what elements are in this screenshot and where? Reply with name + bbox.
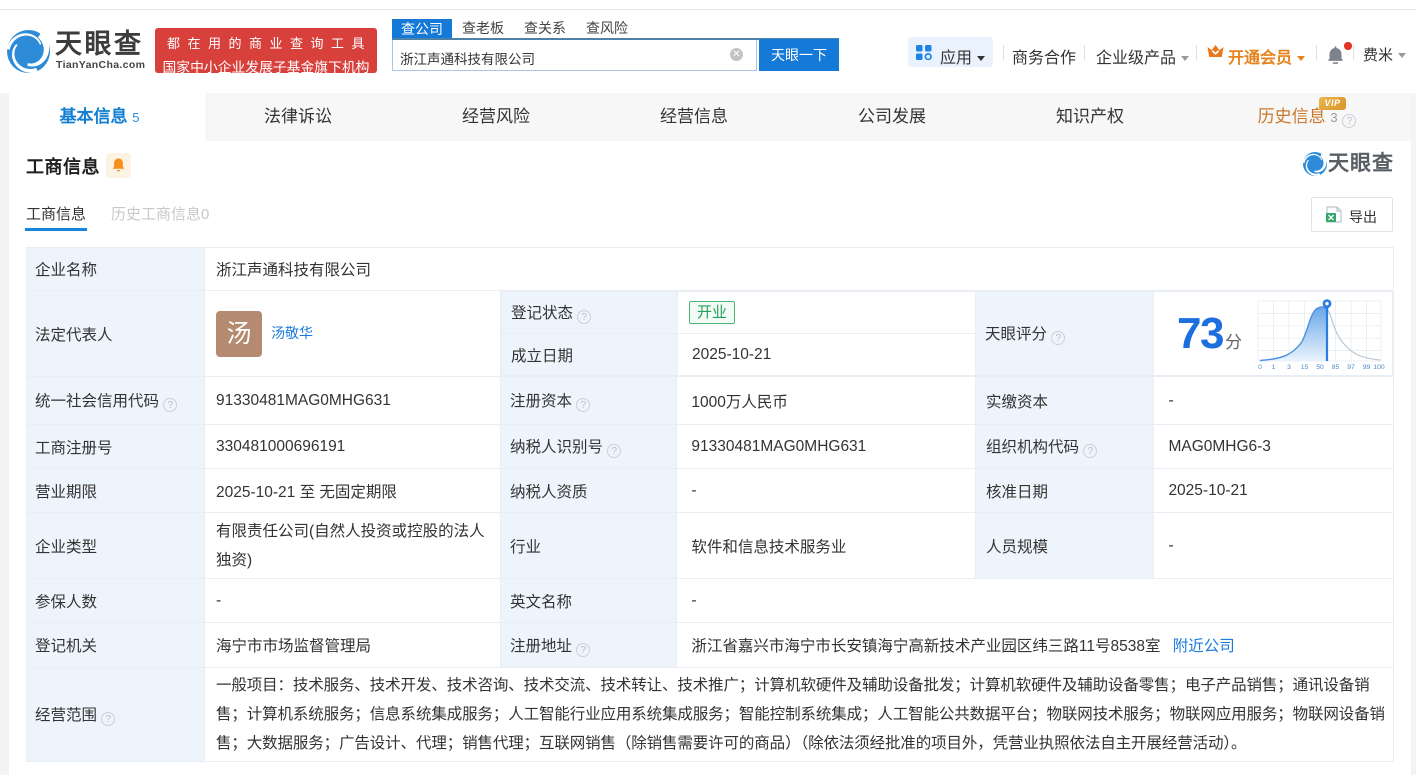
- svg-text:3: 3: [1287, 364, 1291, 371]
- svg-text:1: 1: [1272, 364, 1276, 371]
- svg-text:0: 0: [1258, 364, 1262, 371]
- svg-text:85: 85: [1332, 364, 1340, 371]
- svg-text:99: 99: [1363, 364, 1371, 371]
- svg-text:97: 97: [1347, 364, 1355, 371]
- svg-text:15: 15: [1301, 364, 1309, 371]
- svg-text:100: 100: [1373, 364, 1385, 371]
- svg-text:50: 50: [1316, 364, 1324, 371]
